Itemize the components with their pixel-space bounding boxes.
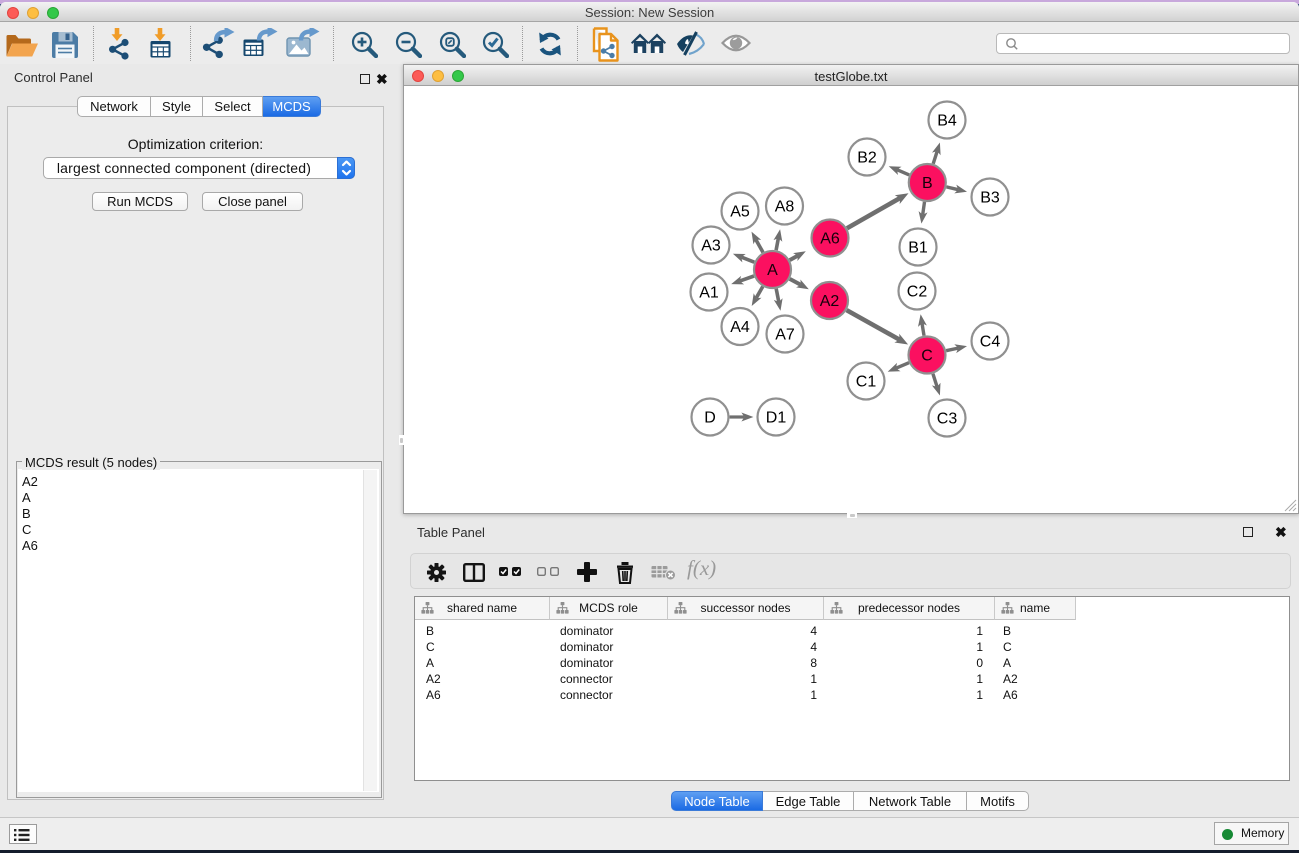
svg-text:B: B xyxy=(922,175,933,192)
svg-text:D1: D1 xyxy=(766,410,787,427)
svg-text:A4: A4 xyxy=(730,319,750,336)
svg-text:C2: C2 xyxy=(907,284,928,301)
svg-text:A: A xyxy=(767,262,778,279)
svg-text:B3: B3 xyxy=(980,190,1000,207)
svg-text:A2: A2 xyxy=(820,293,840,310)
svg-text:A5: A5 xyxy=(730,204,750,221)
svg-text:A8: A8 xyxy=(775,199,795,216)
svg-text:A6: A6 xyxy=(820,231,840,248)
svg-text:A3: A3 xyxy=(701,238,721,255)
svg-text:D: D xyxy=(704,410,716,427)
svg-text:B2: B2 xyxy=(857,150,877,167)
svg-text:B1: B1 xyxy=(908,240,928,257)
svg-text:C: C xyxy=(921,348,933,365)
svg-text:A7: A7 xyxy=(775,327,795,344)
svg-text:C3: C3 xyxy=(937,411,958,428)
svg-text:B4: B4 xyxy=(937,113,957,130)
svg-text:A1: A1 xyxy=(699,285,719,302)
svg-text:C4: C4 xyxy=(980,334,1001,351)
svg-text:C1: C1 xyxy=(856,374,877,391)
